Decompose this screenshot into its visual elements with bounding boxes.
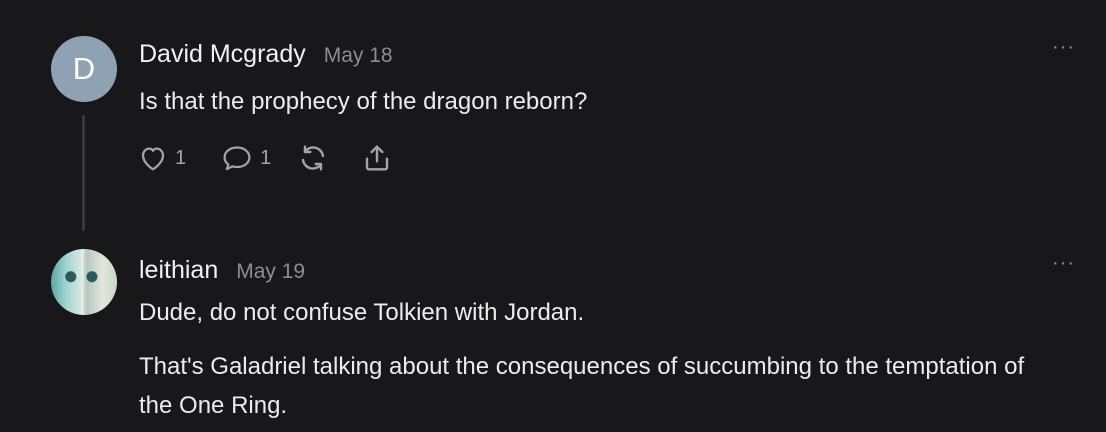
author-name[interactable]: leithian xyxy=(139,256,218,285)
restack-button[interactable] xyxy=(297,142,329,174)
comment-meta: leithian May 19 xyxy=(139,256,305,285)
avatar[interactable] xyxy=(51,249,117,315)
more-options-icon[interactable]: ··· xyxy=(1052,37,1075,57)
like-button[interactable]: 1 xyxy=(137,142,186,174)
refresh-icon xyxy=(297,142,329,174)
author-name[interactable]: David Mcgrady xyxy=(139,40,306,69)
comment-body-paragraph: That's Galadriel talking about the conse… xyxy=(139,353,1025,419)
avatar[interactable]: D xyxy=(51,36,117,102)
comment-body-paragraph: Dude, do not confuse Tolkien with Jordan… xyxy=(139,299,585,326)
comment-thread: D David Mcgrady May 18 ··· Is that the p… xyxy=(0,0,1106,432)
thread-connector-line xyxy=(82,115,85,231)
reply-button[interactable]: 1 xyxy=(220,142,271,174)
heart-icon xyxy=(137,142,169,174)
comment-actions: 1 1 xyxy=(137,142,393,174)
share-icon xyxy=(361,142,393,174)
comment-body: Is that the prophecy of the dragon rebor… xyxy=(139,88,588,115)
share-button[interactable] xyxy=(361,142,393,174)
comment-date[interactable]: May 19 xyxy=(236,260,305,284)
comment-bubble-icon xyxy=(220,142,254,174)
like-count: 1 xyxy=(175,146,187,169)
reply-count: 1 xyxy=(260,146,272,169)
comment-date[interactable]: May 18 xyxy=(324,44,393,68)
more-options-icon[interactable]: ··· xyxy=(1052,253,1075,273)
comment-meta: David Mcgrady May 18 xyxy=(139,40,393,69)
